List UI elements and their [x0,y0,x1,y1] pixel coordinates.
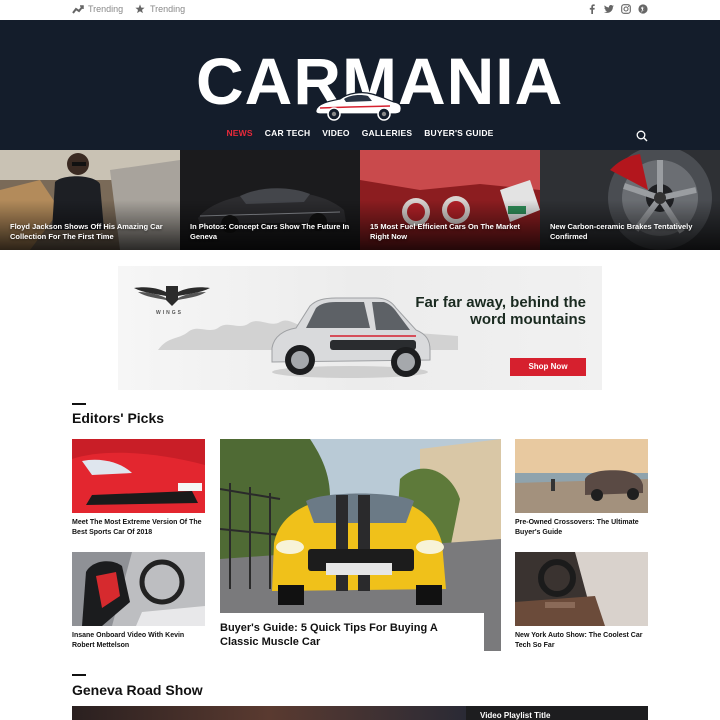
pick-image [515,552,648,626]
logo-car-icon [315,92,402,121]
trending-icon [72,5,84,14]
ad-headline: Far far away, behind the word mountains [415,294,586,328]
pick-image [72,439,205,513]
section-rule [72,403,86,405]
geneva-video[interactable] [72,706,466,720]
main-pick-title: Buyer's Guide: 5 Quick Tips For Buying A… [220,622,438,648]
pick-title: Insane Onboard Video With Kevin Robert M… [72,632,185,649]
instagram-icon[interactable] [621,4,631,14]
pinterest-icon[interactable] [638,4,648,14]
main-pick-card[interactable]: Buyer's Guide: 5 Quick Tips For Buying A… [220,439,501,651]
trending-link-2[interactable]: Trending [134,4,185,14]
featured-title: In Photos: Concept Cars Show The Future … [190,222,350,241]
trending-link-1[interactable]: Trending [72,4,123,14]
pick-title: New York Auto Show: The Coolest Car Tech… [515,632,643,649]
video-playlist[interactable]: Video Playlist Title [466,706,648,720]
featured-title: 15 Most Fuel Efficient Cars On The Marke… [370,222,521,241]
featured-card[interactable]: New Carbon-ceramic Brakes Tentatively Co… [540,150,720,250]
site-header: CARMANIA NEWS CAR TECH VIDEO GALLERIES B… [0,20,720,150]
star-icon [135,4,145,14]
pick-title: Meet The Most Extreme Version Of The Bes… [72,519,202,536]
pick-image [515,439,648,513]
nav-galleries[interactable]: GALLERIES [362,128,412,138]
site-logo[interactable]: CARMANIA [196,46,562,121]
pick-title: Pre-Owned Crossovers: The Ultimate Buyer… [515,519,639,536]
trending-label: Trending [88,4,124,14]
nav-buyers-guide[interactable]: BUYER'S GUIDE [424,128,493,138]
playlist-title: Video Playlist Title [480,711,551,720]
geneva-title: Geneva Road Show [72,682,203,698]
section-rule [72,674,86,676]
twitter-icon[interactable] [604,4,614,14]
shop-now-button[interactable]: Shop Now [510,358,586,376]
nav-car-tech[interactable]: CAR TECH [265,128,311,138]
main-pick-caption-box: Buyer's Guide: 5 Quick Tips For Buying A… [220,613,484,651]
featured-title: New Carbon-ceramic Brakes Tentatively Co… [550,222,693,241]
top-bar: Trending Trending [0,0,720,20]
featured-card[interactable]: Floyd Jackson Shows Off His Amazing Car … [0,150,180,250]
featured-card[interactable]: 15 Most Fuel Efficient Cars On The Marke… [360,150,540,250]
ad-banner[interactable]: WINGS Far far away, behind the word moun… [118,266,602,390]
nav-news[interactable]: NEWS [226,128,252,138]
social-links [587,4,648,14]
pick-image [72,552,205,626]
featured-title: Floyd Jackson Shows Off His Amazing Car … [10,222,163,241]
search-icon[interactable] [636,130,648,142]
featured-card[interactable]: In Photos: Concept Cars Show The Future … [180,150,360,250]
facebook-icon[interactable] [587,4,597,14]
trending-label: Trending [150,4,186,14]
main-nav: NEWS CAR TECH VIDEO GALLERIES BUYER'S GU… [0,128,720,138]
editors-picks-title: Editors' Picks [72,410,165,426]
nav-video[interactable]: VIDEO [322,128,349,138]
featured-strip: Floyd Jackson Shows Off His Amazing Car … [0,150,720,250]
